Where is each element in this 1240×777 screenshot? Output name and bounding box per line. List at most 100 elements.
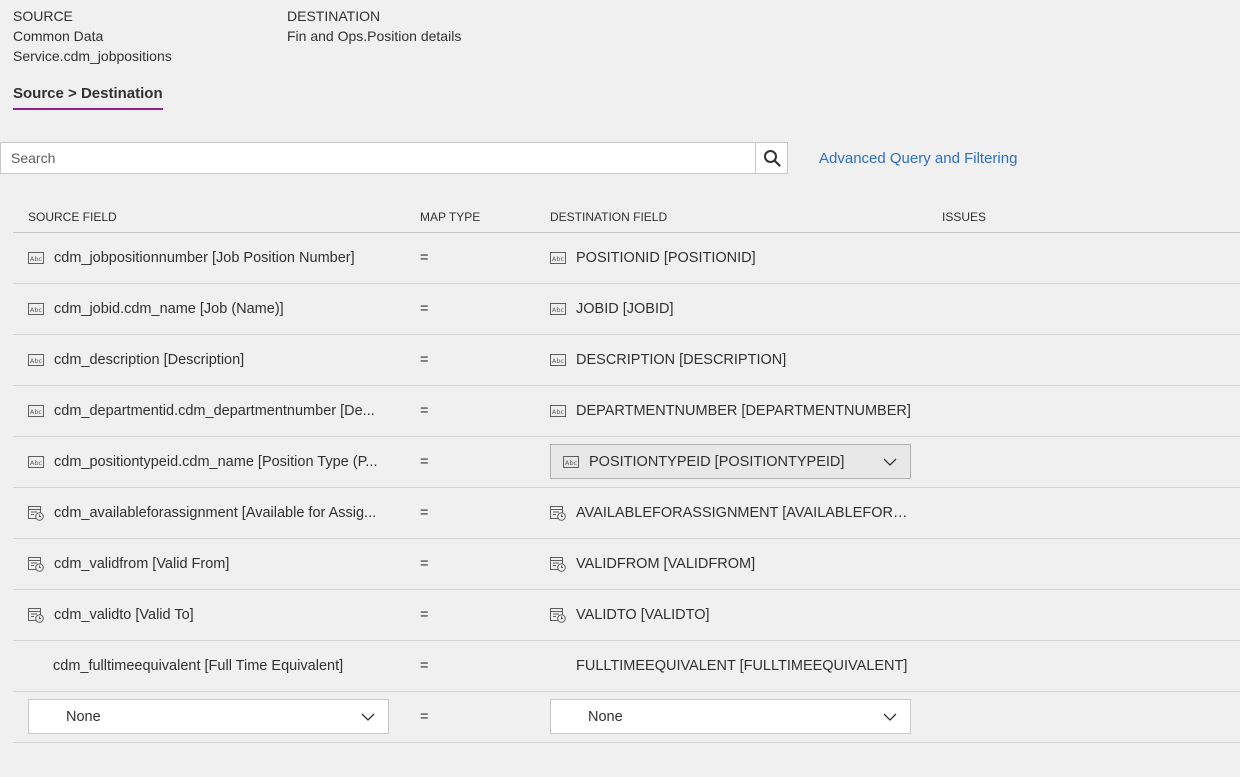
source-field-cell: cdm_jobpositionnumber [Job Position Numb… [28,233,388,283]
source-field-name: cdm_description [Description] [54,352,245,368]
text-field-icon [28,454,44,470]
source-field-cell: cdm_description [Description] [28,335,388,385]
source-label: SOURCE [13,8,73,24]
map-type-value: = [420,658,429,674]
text-field-icon [563,454,579,470]
destination-field-name: DEPARTMENTNUMBER [DEPARTMENTNUMBER] [576,403,911,419]
table-row[interactable]: cdm_fulltimeequivalent [Full Time Equiva… [13,641,1240,692]
search-box [0,142,788,174]
mapping-table: cdm_jobpositionnumber [Job Position Numb… [13,233,1240,743]
table-row[interactable]: cdm_jobpositionnumber [Job Position Numb… [13,233,1240,284]
map-type-cell: = [420,284,460,334]
source-field-name: cdm_fulltimeequivalent [Full Time Equiva… [53,658,344,674]
chevron-down-icon [882,454,898,470]
destination-field-selected: None [588,708,623,725]
destination-field-name: VALIDFROM [VALIDFROM] [576,556,756,572]
map-type-cell: = [420,539,460,589]
destination-field-cell: DESCRIPTION [DESCRIPTION] [550,335,912,385]
source-field-name: cdm_availableforassignment [Available fo… [54,505,377,521]
table-row[interactable]: cdm_description [Description] = DESCRIPTIO… [13,335,1240,386]
column-header-map-type: MAP TYPE [420,210,481,224]
source-field-name: cdm_positiontypeid.cdm_name [Position Ty… [54,454,378,470]
destination-field-dropdown[interactable]: None [550,699,911,734]
column-header-source: SOURCE FIELD [28,210,117,224]
search-button[interactable] [755,143,787,173]
source-field-cell: cdm_availableforassignment [Available fo… [28,488,388,538]
new-mapping-row: None = None [13,692,1240,743]
source-field-dropdown[interactable]: None [28,699,389,734]
map-type-cell: = [420,335,460,385]
destination-value: Fin and Ops.Position details [287,28,462,44]
destination-field-name: FULLTIMEEQUIVALENT [FULLTIMEEQUIVALENT] [576,658,908,674]
destination-field-dropdown[interactable]: POSITIONTYPEID [POSITIONTYPEID] [550,444,911,479]
source-field-name: cdm_departmentid.cdm_departmentnumber [D… [54,403,375,419]
destination-field-name: AVAILABLEFORASSIGNMENT [AVAILABLEFORASS.… [576,505,912,521]
map-type-value: = [420,709,429,725]
source-field-cell: cdm_validto [Valid To] [28,590,388,640]
source-info: SOURCE Common Data Service.cdm_jobpositi… [13,6,213,66]
map-type-value: = [420,301,429,317]
text-field-icon [28,301,44,317]
source-field-selected: None [66,708,101,725]
datetime-field-icon [28,607,44,623]
datetime-field-icon [550,556,566,572]
advanced-query-link[interactable]: Advanced Query and Filtering [819,150,1017,167]
table-row[interactable]: cdm_positiontypeid.cdm_name [Position Ty… [13,437,1240,488]
destination-field-name: POSITIONID [POSITIONID] [576,250,756,266]
datetime-field-icon [550,505,566,521]
pivot-source-destination[interactable]: Source > Destination [13,85,163,110]
source-field-name: cdm_jobid.cdm_name [Job (Name)] [54,301,284,317]
map-type-cell: = [420,488,460,538]
text-field-icon [28,250,44,266]
table-row[interactable]: cdm_validto [Valid To] = VALIDTO [VALIDTO] [13,590,1240,641]
destination-field-cell: DEPARTMENTNUMBER [DEPARTMENTNUMBER] [550,386,912,436]
chevron-down-icon [882,709,898,725]
column-header-issues: ISSUES [942,210,987,224]
search-icon [763,150,781,167]
source-field-cell: cdm_positiontypeid.cdm_name [Position Ty… [28,437,388,487]
table-row[interactable]: cdm_jobid.cdm_name [Job (Name)] = JOBID [J… [13,284,1240,335]
source-field-name: cdm_validfrom [Valid From] [54,556,230,572]
destination-field-cell: FULLTIMEEQUIVALENT [FULLTIMEEQUIVALENT] [550,641,938,691]
destination-field-cell: AVAILABLEFORASSIGNMENT [AVAILABLEFORASS.… [550,488,912,538]
datetime-field-icon [550,607,566,623]
source-value: Common Data Service.cdm_jobpositions [13,28,172,64]
column-header-destination: DESTINATION FIELD [550,210,668,224]
table-row[interactable]: cdm_availableforassignment [Available fo… [13,488,1240,539]
datetime-field-icon [28,556,44,572]
map-type-cell: = [420,692,460,742]
map-type-value: = [420,556,429,572]
chevron-down-icon [360,709,376,725]
table-row[interactable]: cdm_validfrom [Valid From] = VALIDFROM [VA… [13,539,1240,590]
destination-field-cell: VALIDTO [VALIDTO] [550,590,912,640]
table-row[interactable]: cdm_departmentid.cdm_departmentnumber [D… [13,386,1240,437]
source-field-name: cdm_jobpositionnumber [Job Position Numb… [54,250,355,266]
map-type-value: = [420,250,429,266]
text-field-icon [28,352,44,368]
map-type-cell: = [420,590,460,640]
destination-field-cell: VALIDFROM [VALIDFROM] [550,539,912,589]
datetime-field-icon [28,505,44,521]
search-input[interactable] [1,143,756,173]
map-type-value: = [420,352,429,368]
map-type-value: = [420,607,429,623]
text-field-icon [28,403,44,419]
source-field-name: cdm_validto [Valid To] [54,607,194,623]
destination-field-name: POSITIONTYPEID [POSITIONTYPEID] [589,453,845,470]
map-type-cell: = [420,233,460,283]
source-field-cell: cdm_validfrom [Valid From] [28,539,388,589]
source-field-cell: cdm_jobid.cdm_name [Job (Name)] [28,284,388,334]
destination-label: DESTINATION [287,8,381,24]
destination-field-name: JOBID [JOBID] [576,301,674,317]
source-field-cell: cdm_fulltimeequivalent [Full Time Equiva… [28,641,413,691]
map-type-value: = [420,454,429,470]
map-type-cell: = [420,386,460,436]
map-type-cell: = [420,437,460,487]
destination-field-cell: POSITIONID [POSITIONID] [550,233,912,283]
map-type-cell: = [420,641,460,691]
map-type-value: = [420,505,429,521]
destination-field-name: DESCRIPTION [DESCRIPTION] [576,352,787,368]
text-field-icon [550,352,566,368]
text-field-icon [550,403,566,419]
destination-field-name: VALIDTO [VALIDTO] [576,607,710,623]
